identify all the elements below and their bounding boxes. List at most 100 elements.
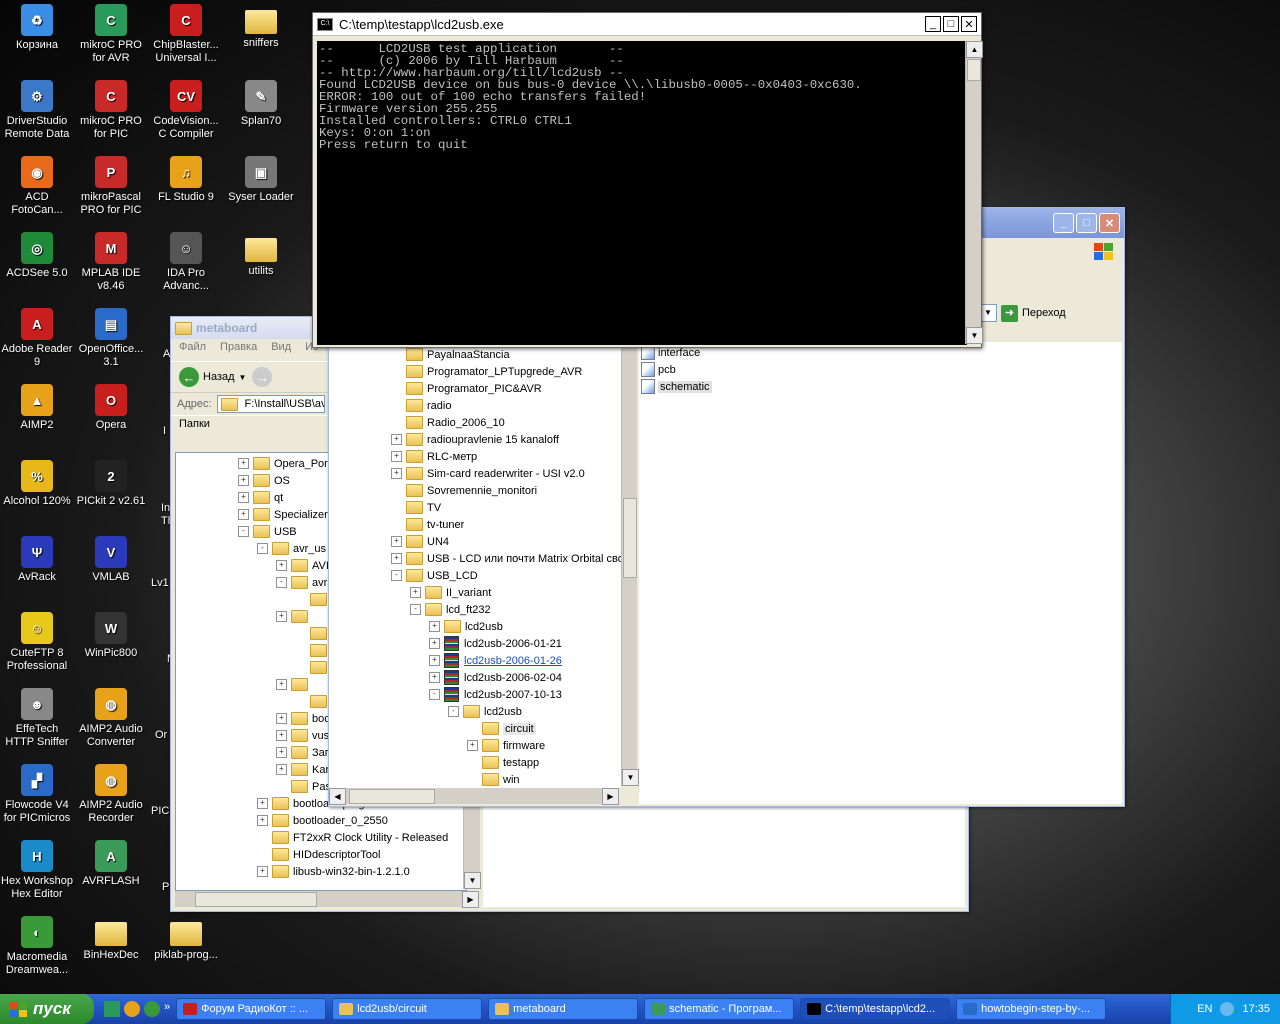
scroll-thumb[interactable] xyxy=(623,498,637,578)
scroll-right-button[interactable]: ▶ xyxy=(602,788,619,805)
expand-icon[interactable] xyxy=(391,417,402,428)
scroll-left-button[interactable]: ◀ xyxy=(329,788,346,805)
expand-icon[interactable]: + xyxy=(429,655,440,666)
desktop-icon[interactable]: Ψ AvRack xyxy=(0,532,74,584)
tree-item[interactable]: + lcd2usb xyxy=(391,618,621,635)
desktop-icon[interactable]: CV CodeVision... C Compiler xyxy=(149,76,223,141)
maximize-button[interactable]: □ xyxy=(943,16,959,32)
scroll-right-button[interactable]: ▶ xyxy=(462,891,479,908)
expand-icon[interactable]: + xyxy=(410,587,421,598)
tree-vertical-scrollbar[interactable]: ▼ xyxy=(621,346,639,786)
expand-icon[interactable] xyxy=(391,349,402,360)
desktop-icon[interactable]: A Adobe Reader 9 xyxy=(0,304,74,369)
tree-horizontal-scrollbar[interactable]: ◀ ▶ xyxy=(329,788,619,805)
desktop-icon[interactable]: ✎ Splan70 xyxy=(224,76,298,128)
expand-icon[interactable]: + xyxy=(391,434,402,445)
tree-item[interactable]: + radioupravlenie 15 kanaloff xyxy=(391,431,621,448)
tree-item[interactable]: - lcd2usb-2007-10-13 xyxy=(391,686,621,703)
expand-icon[interactable]: + xyxy=(391,553,402,564)
expand-icon[interactable] xyxy=(295,696,306,707)
tree-item[interactable]: Radio_2006_10 xyxy=(391,414,621,431)
tree-item[interactable]: + RLC-метр xyxy=(391,448,621,465)
expand-icon[interactable]: + xyxy=(276,730,287,741)
tree-item[interactable]: Sovremennie_monitori xyxy=(391,482,621,499)
forward-button[interactable]: → xyxy=(252,367,273,387)
desktop-icon[interactable]: V VMLAB xyxy=(74,532,148,584)
tree-item[interactable]: - lcd2usb xyxy=(391,703,621,720)
expand-icon[interactable] xyxy=(257,832,268,843)
desktop-icon[interactable]: ☺ IDA Pro Advanc... xyxy=(149,228,223,293)
taskbar-button[interactable]: schematic - Програм... xyxy=(644,998,795,1020)
expand-icon[interactable] xyxy=(467,757,478,768)
desktop-icon[interactable]: piklab-prog... xyxy=(149,912,223,962)
back-button[interactable]: ← Назад ▼ xyxy=(179,367,246,387)
tree-item[interactable]: + lcd2usb-2006-01-26 xyxy=(391,652,621,669)
tree-item[interactable]: Programator_LPTupgrede_AVR xyxy=(391,363,621,380)
console-window[interactable]: C:\ C:\temp\testapp\lcd2usb.exe _ □ ✕ --… xyxy=(312,12,983,348)
scroll-down-button[interactable]: ▼ xyxy=(464,872,481,889)
tree-item[interactable]: FT2xxR Clock Utility - Released xyxy=(176,829,466,846)
collapse-icon[interactable]: - xyxy=(391,570,402,581)
expand-icon[interactable]: + xyxy=(238,458,249,469)
menu-item[interactable]: Файл xyxy=(179,341,206,359)
desktop-icon[interactable]: utilits xyxy=(224,228,298,278)
tree-item[interactable]: + libusb-win32-bin-1.2.1.0 xyxy=(176,863,466,880)
desktop-icon[interactable]: ▣ Syser Loader xyxy=(224,152,298,204)
console-output[interactable]: -- LCD2USB test application -- -- (c) 200… xyxy=(317,41,967,345)
expand-icon[interactable]: + xyxy=(429,621,440,632)
expand-icon[interactable]: + xyxy=(257,798,268,809)
expand-icon[interactable] xyxy=(295,662,306,673)
tree-item[interactable]: win xyxy=(391,771,621,788)
go-button[interactable]: ➜ Переход xyxy=(1001,304,1066,322)
tree-item[interactable]: testapp xyxy=(391,754,621,771)
expand-icon[interactable] xyxy=(276,781,287,792)
desktop-icon[interactable]: ▤ OpenOffice... 3.1 xyxy=(74,304,148,369)
tree-item[interactable]: + lcd2usb-2006-01-21 xyxy=(391,635,621,652)
desktop-icon[interactable]: W WinPic800 xyxy=(74,608,148,660)
minimize-button[interactable]: _ xyxy=(1053,213,1074,233)
tree-item[interactable]: tv-tuner xyxy=(391,516,621,533)
maximize-button[interactable]: □ xyxy=(1076,213,1097,233)
expand-icon[interactable] xyxy=(391,366,402,377)
expand-icon[interactable]: + xyxy=(391,536,402,547)
menu-item[interactable]: Правка xyxy=(220,341,257,359)
close-button[interactable]: ✕ xyxy=(1099,213,1120,233)
file-item[interactable]: schematic xyxy=(641,378,1120,395)
expand-icon[interactable]: + xyxy=(238,509,249,520)
desktop-icon[interactable]: O Opera xyxy=(74,380,148,432)
desktop-icon[interactable]: H Hex Workshop Hex Editor xyxy=(0,836,74,901)
expand-icon[interactable]: + xyxy=(276,611,287,622)
tree-item[interactable]: circuit xyxy=(391,720,621,737)
collapse-icon[interactable]: - xyxy=(276,577,287,588)
tree-item[interactable]: - lcd_ft232 xyxy=(391,601,621,618)
tray-chevron-icon[interactable] xyxy=(1220,1002,1235,1016)
expand-icon[interactable] xyxy=(391,400,402,411)
tree-item[interactable]: + USB - LCD или почти Matrix Orbital сво xyxy=(391,550,621,567)
close-button[interactable]: ✕ xyxy=(961,16,977,32)
console-titlebar[interactable]: C:\ C:\temp\testapp\lcd2usb.exe _ □ ✕ xyxy=(313,13,981,36)
desktop-icon[interactable]: ▞ Flowcode V4 for PICmicros xyxy=(0,760,74,825)
expand-icon[interactable] xyxy=(257,849,268,860)
expand-icon[interactable] xyxy=(295,645,306,656)
collapse-icon[interactable]: - xyxy=(448,706,459,717)
tree-item[interactable]: + UN4 xyxy=(391,533,621,550)
desktop-icon[interactable]: CmikroC PRO for PIC xyxy=(74,76,148,141)
taskbar-button[interactable]: lcd2usb/circuit xyxy=(332,998,483,1020)
desktop-icon[interactable]: ◍ AIMP2 Audio Converter xyxy=(74,684,148,749)
scroll-down-button[interactable]: ▼ xyxy=(966,327,983,344)
desktop-icon[interactable]: BinHexDec xyxy=(74,912,148,962)
collapse-icon[interactable]: - xyxy=(238,526,249,537)
expand-icon[interactable]: + xyxy=(276,560,287,571)
expand-icon[interactable]: + xyxy=(276,713,287,724)
expand-icon[interactable]: + xyxy=(429,638,440,649)
scroll-up-button[interactable]: ▲ xyxy=(966,41,983,58)
desktop-icon[interactable]: C ChipBlaster... Universal I... xyxy=(149,0,223,65)
expand-icon[interactable] xyxy=(391,519,402,530)
tree-item[interactable]: - USB_LCD xyxy=(391,567,621,584)
app-icon[interactable] xyxy=(104,1001,120,1017)
desktop-icon[interactable]: ♫ FL Studio 9 xyxy=(149,152,223,204)
minimize-button[interactable]: _ xyxy=(925,16,941,32)
menu-item[interactable]: Вид xyxy=(271,341,291,359)
expand-icon[interactable]: + xyxy=(391,451,402,462)
tree-item[interactable]: + firmware xyxy=(391,737,621,754)
